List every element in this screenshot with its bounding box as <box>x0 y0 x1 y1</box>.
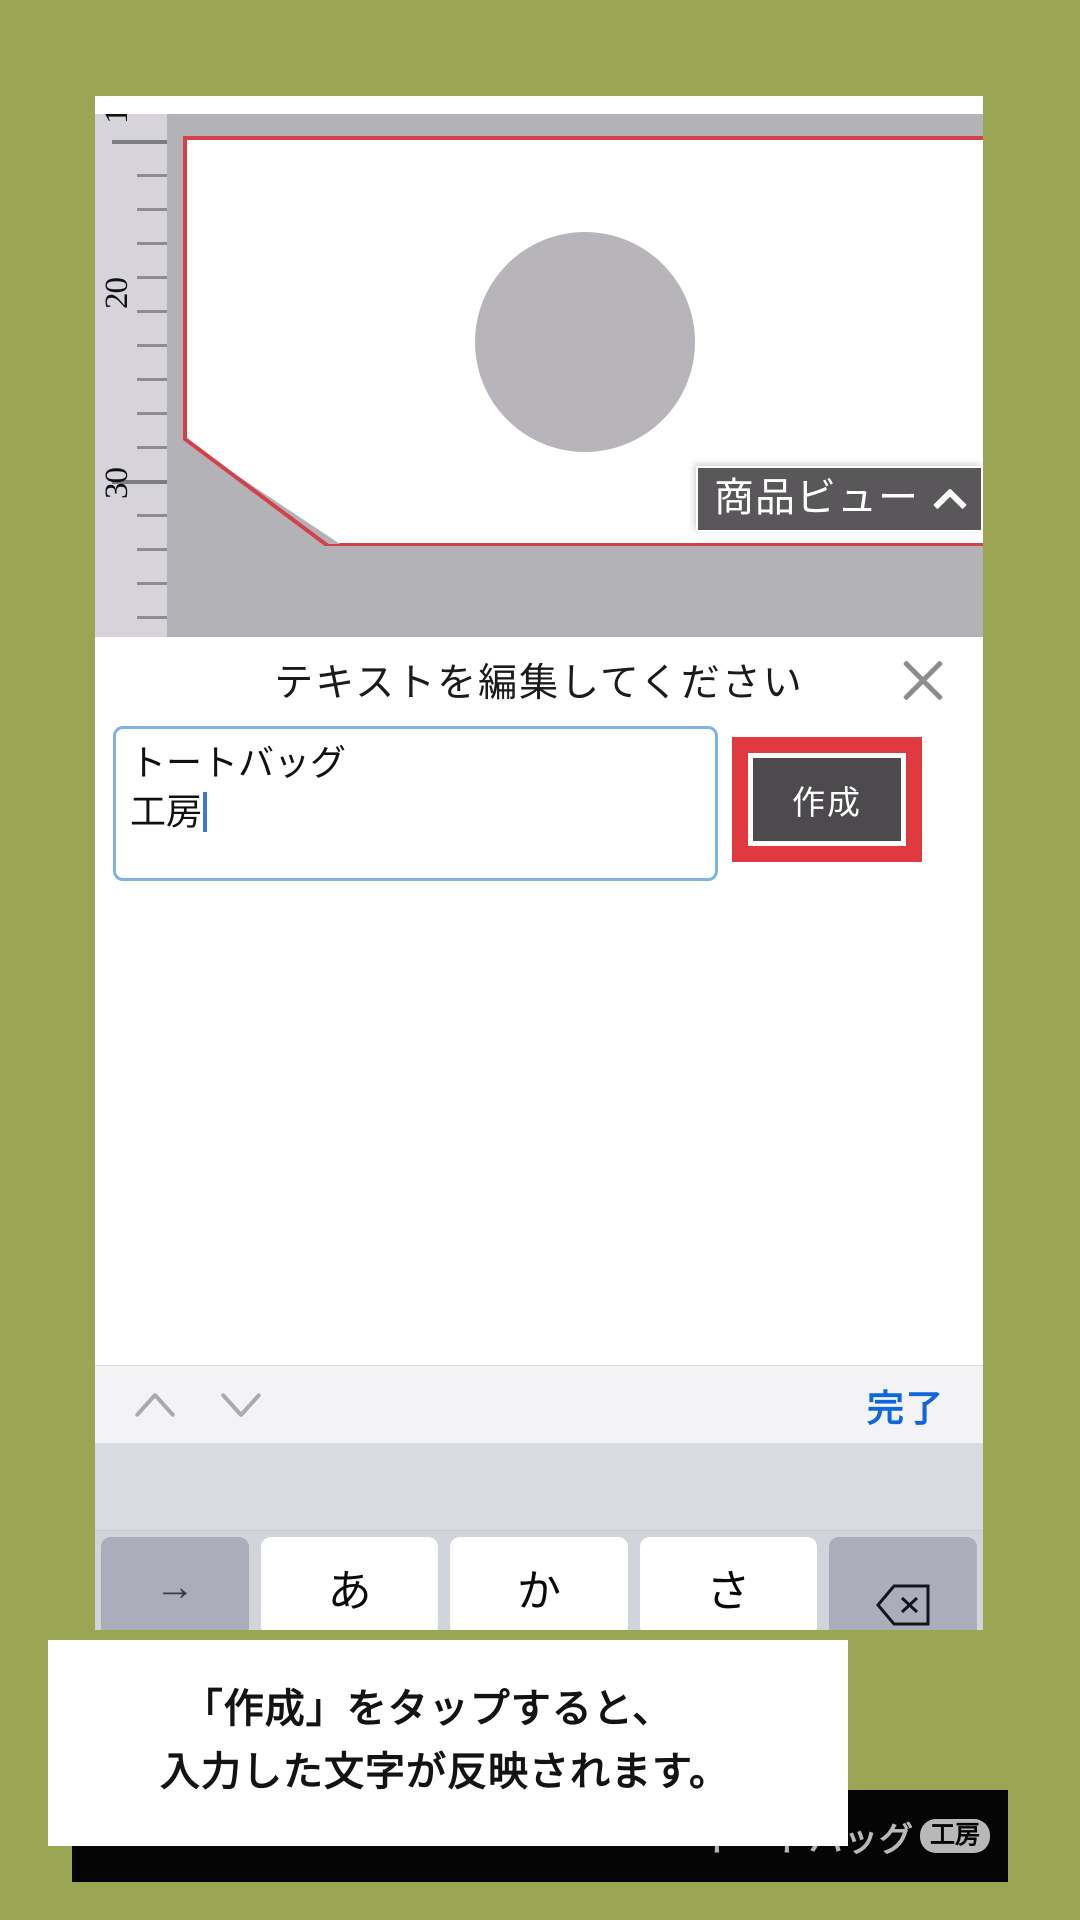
ruler-tick <box>137 548 167 551</box>
ruler-tick <box>137 208 167 211</box>
key-row-1: あ か さ <box>261 1537 817 1630</box>
ruler-tick <box>137 412 167 415</box>
keyboard-accessory-toolbar: 完了 <box>95 1365 983 1443</box>
backspace-icon <box>875 1584 931 1626</box>
dialog-header: テキストを編集してください <box>95 637 983 722</box>
ruler-tick <box>137 446 167 449</box>
ruler-tick <box>137 242 167 245</box>
text-input[interactable]: トートバッグ 工房 <box>113 726 718 881</box>
dialog-title: テキストを編集してください <box>274 661 804 705</box>
caption-line-2: 入力した文字が反映されます。 <box>160 1750 730 1795</box>
preview-canvas[interactable]: 10 20 30 商品ビュー <box>95 114 983 637</box>
ruler-tick-major <box>112 140 167 144</box>
key-backspace[interactable] <box>829 1537 977 1630</box>
product-view-label: 商品ビュー <box>714 476 919 520</box>
product-preview-area: 10 20 30 商品ビュー <box>95 96 983 637</box>
ruler-tick <box>137 514 167 517</box>
phone-screenshot-frame: 10 20 30 商品ビュー テキストを編集してください トートバッグ 工房 <box>95 96 983 1630</box>
key-cursor-right[interactable]: → <box>101 1537 249 1630</box>
ruler-tick <box>137 378 167 381</box>
text-edit-dialog: テキストを編集してください トートバッグ 工房 作成 完了 → あ か さ <box>95 637 983 1630</box>
ruler-label-30: 30 <box>99 468 135 499</box>
caption-box: 「作成」をタップすると、 入力した文字が反映されます。 <box>48 1640 848 1847</box>
vertical-ruler: 10 20 30 <box>95 114 167 637</box>
text-input-line-2: 工房 <box>130 790 203 832</box>
ruler-label-10: 10 <box>99 114 136 124</box>
watermark-badge: 工房 <box>919 1819 990 1853</box>
ruler-tick <box>137 582 167 585</box>
ruler-tick <box>137 276 167 279</box>
done-button[interactable]: 完了 <box>867 1378 945 1432</box>
chevron-up-icon <box>933 487 967 509</box>
key-grid: → ↺ ABC ☺ あ か さ <box>95 1531 983 1630</box>
chevron-up-icon[interactable] <box>129 1373 193 1437</box>
chevron-down-icon[interactable] <box>215 1373 279 1437</box>
product-view-tooltip[interactable]: 商品ビュー <box>696 466 983 532</box>
arrow-right-icon: → <box>155 1564 195 1609</box>
ruler-tick <box>137 616 167 619</box>
keyboard-right-column: 空白 改行 <box>829 1537 977 1630</box>
keyboard-left-column: → ↺ ABC ☺ <box>101 1537 249 1630</box>
key-ka[interactable]: か <box>450 1537 628 1630</box>
software-keyboard: → ↺ ABC ☺ あ か さ <box>95 1443 983 1630</box>
ruler-tick <box>137 310 167 313</box>
keyboard-center-columns: あ か さ た な は ま や ら <box>261 1537 817 1630</box>
ruler-tick <box>137 344 167 347</box>
bag-circle-motif <box>475 232 695 452</box>
caption-line-1: 「作成」をタップすると、 <box>182 1687 674 1731</box>
key-sa[interactable]: さ <box>639 1537 817 1630</box>
create-button[interactable]: 作成 <box>753 758 901 841</box>
create-button-highlight: 作成 <box>732 737 922 862</box>
key-a[interactable]: あ <box>261 1537 439 1630</box>
text-input-line-1: トートバッグ <box>130 742 347 783</box>
create-button-label: 作成 <box>792 783 862 821</box>
text-cursor <box>203 791 208 832</box>
ruler-tick <box>137 174 167 177</box>
ruler-label-20: 20 <box>99 278 135 309</box>
suggestion-bar[interactable] <box>95 1443 983 1531</box>
close-icon[interactable] <box>893 651 951 709</box>
